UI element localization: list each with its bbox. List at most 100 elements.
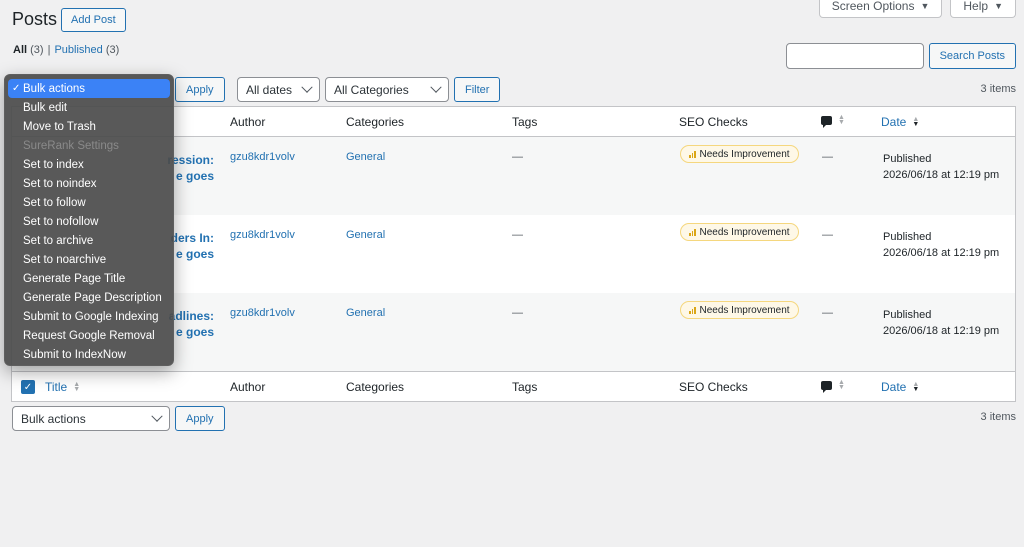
seo-check-badge[interactable]: Needs Improvement <box>680 223 799 241</box>
column-seo-checks: SEO Checks <box>679 380 748 394</box>
checkmark-icon: ✓ <box>12 83 21 94</box>
filter-separator: | <box>47 44 51 56</box>
sort-icon: ▲ ▼ <box>838 114 845 126</box>
search-input[interactable] <box>786 43 924 69</box>
items-count-bottom: 3 items <box>980 411 1016 423</box>
bulk-menu-label: Bulk actions <box>23 82 86 95</box>
author-link[interactable]: gzu8kdr1volv <box>230 151 295 163</box>
bulk-actions-menu: ✓ Bulk actions Bulk edit Move to Trash Su… <box>4 74 174 366</box>
category-link[interactable]: General <box>346 307 385 319</box>
checkmark-icon: ✓ <box>23 381 33 393</box>
search-posts-button[interactable]: Search Posts <box>928 43 1016 69</box>
author-link[interactable]: gzu8kdr1volv <box>230 229 295 241</box>
category-link[interactable]: General <box>346 229 385 241</box>
select-all-checkbox[interactable]: ✓ <box>21 380 35 394</box>
seo-check-badge[interactable]: Needs Improvement <box>680 145 799 163</box>
help-button[interactable]: Help ▼ <box>950 0 1016 18</box>
caret-down-icon: ▼ <box>994 0 1003 11</box>
filter-published[interactable]: Published (3) <box>54 44 119 56</box>
filter-published-label: Published <box>54 44 103 56</box>
categories-select[interactable]: All Categories <box>325 77 449 102</box>
caret-down-icon: ▼ <box>920 0 930 11</box>
column-comments[interactable]: ▲ ▼ <box>821 114 845 128</box>
help-label: Help <box>963 0 989 13</box>
table-footer: ✓ Title ▲ ▼ Author Categories Tags SEO Che… <box>12 371 1015 401</box>
seo-check-label: Needs Improvement <box>699 226 790 238</box>
filter-published-count: (3) <box>105 44 120 56</box>
column-date[interactable]: Date ▲ ▼ <box>881 115 919 129</box>
sort-icon: ▲ ▼ <box>838 379 845 391</box>
date-value: Published 2026/06/18 at 12:19 pm <box>883 151 999 183</box>
column-date-label: Date <box>881 380 907 394</box>
column-author: Author <box>230 380 266 394</box>
signal-bars-icon <box>689 306 696 314</box>
tags-value: — <box>512 307 523 319</box>
dates-select-value: All dates <box>246 82 293 97</box>
column-comments[interactable]: ▲ ▼ <box>821 379 845 393</box>
column-date[interactable]: Date ▲ ▼ <box>881 380 919 394</box>
category-link[interactable]: General <box>346 151 385 163</box>
bulk-menu-item[interactable]: Generate Page Title <box>8 269 170 288</box>
apply-button-top[interactable]: Apply <box>175 77 225 102</box>
comment-icon <box>821 115 832 128</box>
column-date-label: Date <box>881 115 907 129</box>
post-date: 2026/06/18 at 12:19 pm <box>883 169 1000 181</box>
column-tags: Tags <box>512 115 538 129</box>
bulk-menu-item[interactable]: Request Google Removal <box>8 326 170 345</box>
sort-icon: ▲ ▼ <box>73 381 81 393</box>
column-author: Author <box>230 115 266 129</box>
date-value: Published 2026/06/18 at 12:19 pm <box>883 307 999 339</box>
chevron-down-icon <box>301 81 313 93</box>
tags-value: — <box>512 229 523 241</box>
screen-options-label: Screen Options <box>831 0 915 13</box>
bulk-menu-item[interactable]: Submit to Google Indexing <box>8 307 170 326</box>
bulk-menu-item[interactable]: Set to noindex <box>8 174 170 193</box>
seo-check-badge[interactable]: Needs Improvement <box>680 301 799 319</box>
post-status: Published <box>883 309 932 321</box>
column-title[interactable]: Title ▲ ▼ <box>45 380 80 394</box>
post-date: 2026/06/18 at 12:19 pm <box>883 247 1000 259</box>
bulk-menu-item[interactable]: Move to Trash <box>8 117 170 136</box>
bulk-actions-value: Bulk actions <box>21 411 86 426</box>
page-title: Posts <box>12 9 58 29</box>
items-count-top: 3 items <box>980 83 1016 95</box>
dates-select[interactable]: All dates <box>237 77 320 102</box>
comments-value: — <box>822 151 833 163</box>
bulk-menu-item[interactable]: Set to index <box>8 155 170 174</box>
bulk-menu-item[interactable]: Set to archive <box>8 231 170 250</box>
categories-select-value: All Categories <box>334 82 409 97</box>
column-tags: Tags <box>512 380 538 394</box>
post-status: Published <box>883 153 932 165</box>
sort-icon: ▲ ▼ <box>912 381 920 393</box>
chevron-down-icon <box>430 81 442 93</box>
column-title-label: Title <box>45 380 68 394</box>
comment-icon <box>821 380 832 393</box>
comments-value: — <box>822 229 833 241</box>
author-link[interactable]: gzu8kdr1volv <box>230 307 295 319</box>
bulk-menu-item[interactable]: Bulk edit <box>8 98 170 117</box>
filter-button[interactable]: Filter <box>454 77 501 102</box>
bulk-actions-select-bottom[interactable]: Bulk actions <box>12 406 170 431</box>
column-categories: Categories <box>346 380 405 394</box>
screen-options-button[interactable]: Screen Options ▼ <box>818 0 943 18</box>
bulk-menu-item[interactable]: Set to noarchive <box>8 250 170 269</box>
apply-button-bottom[interactable]: Apply <box>175 406 225 431</box>
seo-check-label: Needs Improvement <box>699 304 790 316</box>
bulk-menu-item[interactable]: Submit to IndexNow <box>8 345 170 364</box>
bulk-menu-item[interactable]: Set to follow <box>8 193 170 212</box>
seo-check-label: Needs Improvement <box>699 148 790 160</box>
comments-value: — <box>822 307 833 319</box>
chevron-down-icon <box>151 410 163 422</box>
status-filters: All (3) | Published (3) <box>13 44 119 56</box>
post-status: Published <box>883 231 932 243</box>
bulk-menu-item[interactable]: Generate Page Description <box>8 288 170 307</box>
filter-all-count: (3) <box>30 44 44 56</box>
column-seo-checks: SEO Checks <box>679 115 748 129</box>
signal-bars-icon <box>689 228 696 236</box>
add-post-button[interactable]: Add Post <box>61 8 126 32</box>
bulk-menu-item[interactable]: Set to nofollow <box>8 212 170 231</box>
filter-all[interactable]: All (3) <box>13 44 44 56</box>
date-value: Published 2026/06/18 at 12:19 pm <box>883 229 999 261</box>
bulk-menu-item[interactable]: ✓ Bulk actions <box>8 79 170 98</box>
post-date: 2026/06/18 at 12:19 pm <box>883 325 1000 337</box>
